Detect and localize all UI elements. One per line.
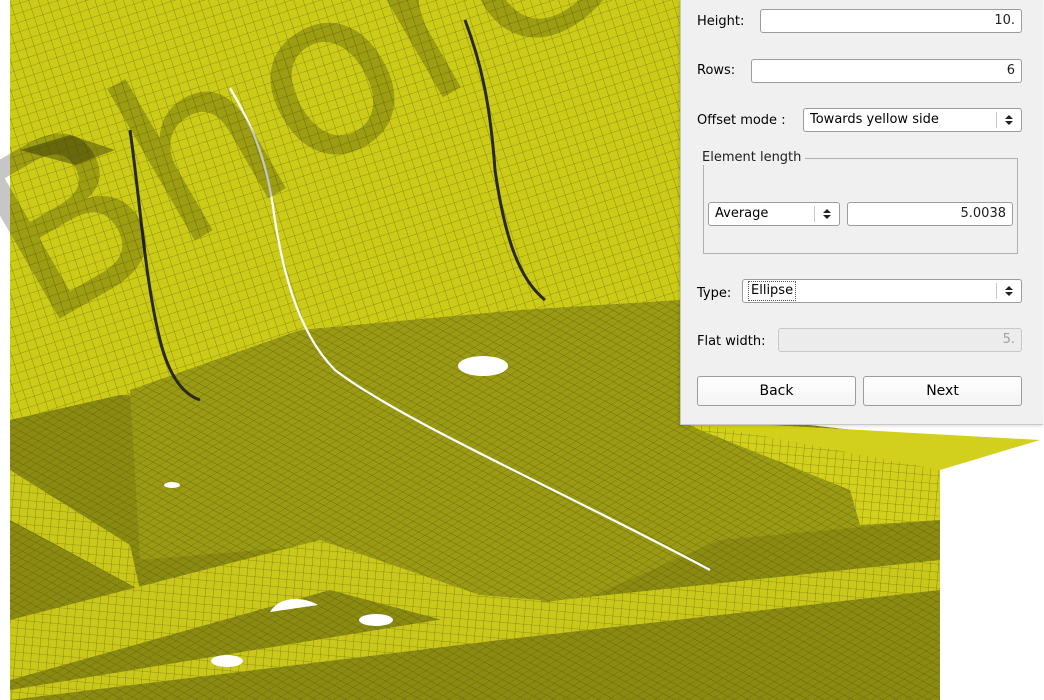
next-button[interactable]: Next — [863, 376, 1022, 406]
element-length-field[interactable]: 5.0038 — [847, 202, 1013, 226]
type-select[interactable]: Ellipse — [742, 279, 1022, 303]
element-length-mode-select[interactable]: Average — [708, 202, 840, 226]
hole — [211, 655, 243, 667]
height-field[interactable]: 10. — [760, 9, 1022, 33]
updown-arrow-icon — [1005, 286, 1013, 296]
hole — [164, 482, 180, 488]
height-label: Height: — [697, 14, 745, 29]
updown-arrow-icon — [1005, 115, 1013, 125]
back-button[interactable]: Back — [697, 376, 856, 406]
flat-width-label: Flat width: — [697, 334, 766, 349]
element-length-mode-value: Average — [715, 206, 769, 221]
hole — [359, 614, 393, 626]
rows-field[interactable]: 6 — [751, 59, 1022, 83]
offset-mode-select[interactable]: Towards yellow side — [803, 108, 1022, 132]
hole — [458, 356, 508, 376]
updown-arrow-icon — [823, 209, 831, 219]
offset-mode-label: Offset mode : — [697, 113, 786, 128]
rows-label: Rows: — [697, 63, 736, 78]
type-value: Ellipse — [747, 281, 797, 301]
flat-width-field: 5. — [778, 328, 1022, 352]
offset-mode-value: Towards yellow side — [810, 112, 939, 127]
element-length-title: Element length — [698, 150, 806, 165]
type-label: Type: — [697, 286, 732, 301]
